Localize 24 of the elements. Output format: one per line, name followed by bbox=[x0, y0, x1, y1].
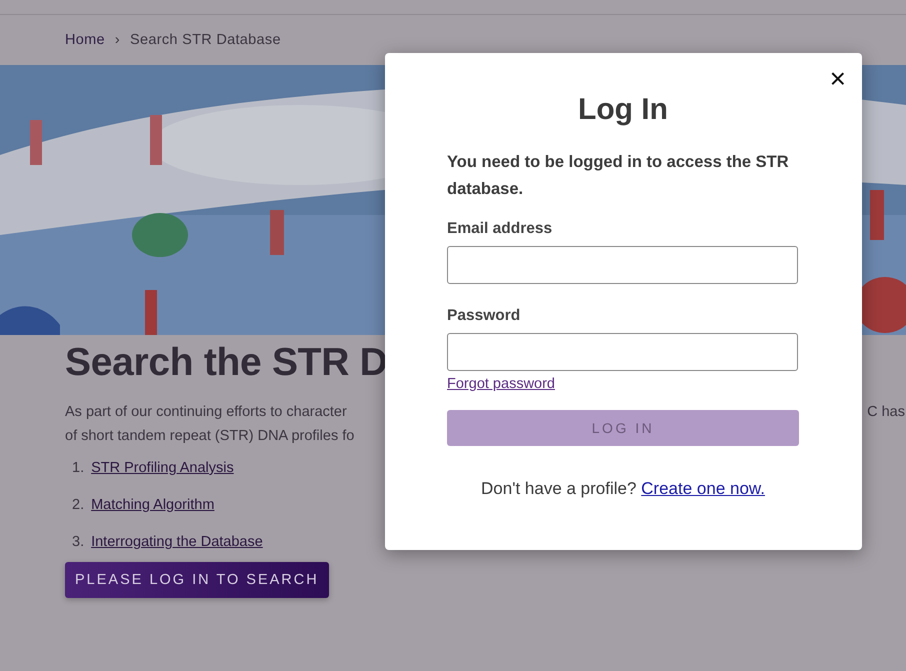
topic-link[interactable]: Interrogating the Database bbox=[91, 534, 263, 550]
intro-text: of short tandem repeat (STR) DNA profiles fo bbox=[65, 427, 354, 446]
search-button[interactable]: PLEASE LOG IN TO SEARCH bbox=[65, 562, 329, 598]
modal-title: Log In bbox=[578, 92, 668, 127]
topic-link[interactable]: STR Profiling Analysis bbox=[91, 460, 234, 476]
field-label: Email address bbox=[447, 220, 552, 238]
login-message: You need to be logged in to access the STR database. bbox=[447, 152, 790, 200]
breadcrumb-current: Search STR Database bbox=[130, 32, 281, 48]
field-label: Password bbox=[447, 307, 520, 325]
create-profile-link[interactable]: Create one now. bbox=[641, 479, 765, 498]
breadcrumb-separator: › bbox=[114, 32, 120, 48]
breadcrumb-link[interactable]: Home bbox=[65, 32, 105, 48]
input-field[interactable] bbox=[447, 333, 798, 371]
input-field[interactable] bbox=[447, 246, 798, 284]
list-number: 1. bbox=[72, 460, 84, 476]
intro-text: As part of our continuing efforts to character bbox=[65, 403, 347, 422]
topic-link[interactable]: Matching Algorithm bbox=[91, 497, 214, 513]
page-heading: Search the STR D bbox=[65, 340, 388, 386]
forgot-password-link[interactable]: Forgot password bbox=[447, 376, 555, 392]
intro-text: C has bbox=[867, 403, 905, 422]
close-button[interactable]: × bbox=[830, 65, 846, 93]
list-number: 2. bbox=[72, 497, 84, 513]
list-number: 3. bbox=[72, 534, 84, 550]
signup-prompt: Don't have a profile? Create one now. bbox=[481, 479, 765, 499]
